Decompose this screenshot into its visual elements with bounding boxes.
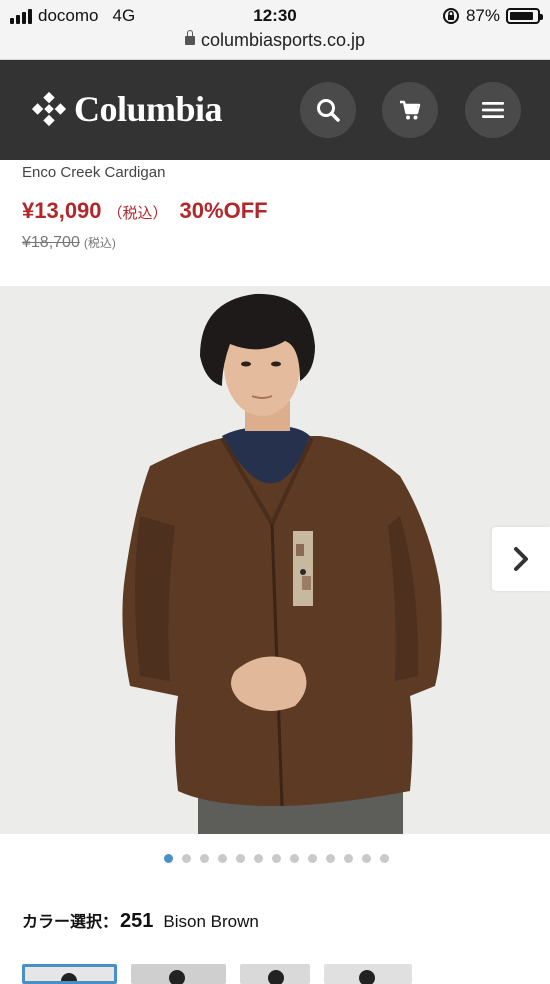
chevron-right-icon xyxy=(514,547,528,571)
carousel-dot[interactable] xyxy=(271,854,281,863)
site-header: Columbia xyxy=(0,60,550,160)
carousel-dots xyxy=(0,854,550,863)
color-swatch[interactable] xyxy=(22,964,117,984)
carousel-dot[interactable] xyxy=(199,854,209,863)
original-price-row: ¥18,700 (税込) xyxy=(22,234,116,252)
status-bar: docomo 4G 12:30 87% xyxy=(0,4,550,28)
sale-price-row: ¥13,090 （税込） 30%OFF xyxy=(22,198,268,224)
rotation-lock-icon xyxy=(442,8,459,24)
battery-icon xyxy=(506,8,543,24)
carousel-dot[interactable] xyxy=(361,854,371,863)
product-name: Enco Creek Cardigan xyxy=(22,164,166,181)
brand-name: Columbia xyxy=(74,89,223,129)
color-selection: カラー選択： 251 Bison Brown xyxy=(22,908,259,933)
original-tax-label: (税込) xyxy=(83,236,116,250)
sale-price: ¥13,090 xyxy=(22,198,102,223)
carousel-dot[interactable] xyxy=(217,854,227,863)
carousel-dot[interactable] xyxy=(379,854,389,863)
carousel-dot[interactable] xyxy=(343,854,353,863)
address-bar[interactable]: columbiasports.co.jp xyxy=(0,30,550,51)
search-icon xyxy=(317,99,340,122)
carousel-dot[interactable] xyxy=(253,854,263,863)
color-swatch[interactable] xyxy=(324,964,412,984)
lock-icon xyxy=(184,30,195,45)
product-image[interactable] xyxy=(0,286,550,834)
next-image-button[interactable] xyxy=(492,527,550,591)
carousel-dot[interactable] xyxy=(163,854,173,863)
search-button[interactable] xyxy=(300,82,356,138)
tax-label: （税込） xyxy=(107,205,168,222)
carousel-dot[interactable] xyxy=(235,854,245,863)
menu-icon xyxy=(482,102,504,118)
carousel-dot[interactable] xyxy=(307,854,317,863)
cart-button[interactable] xyxy=(382,82,438,138)
columbia-diamond-icon xyxy=(31,91,67,127)
color-swatch[interactable] xyxy=(240,964,310,984)
carousel-dot[interactable] xyxy=(325,854,335,863)
menu-button[interactable] xyxy=(465,82,521,138)
color-name: Bison Brown xyxy=(163,912,259,931)
url-text: columbiasports.co.jp xyxy=(200,30,366,50)
carousel-dot[interactable] xyxy=(289,854,299,863)
color-swatch[interactable] xyxy=(131,964,226,984)
cart-icon xyxy=(400,100,421,120)
battery-percent: 87% xyxy=(465,6,500,25)
color-swatches xyxy=(22,964,412,984)
brand-logo[interactable]: Columbia xyxy=(30,88,223,130)
discount-badge: 30%OFF xyxy=(179,198,268,223)
browser-chrome: docomo 4G 12:30 87% columbiasports.co.jp xyxy=(0,0,550,60)
color-code: 251 xyxy=(120,910,154,932)
original-price: ¥18,700 xyxy=(22,234,80,251)
carousel-dot[interactable] xyxy=(181,854,191,863)
color-selection-label: カラー選択： xyxy=(22,914,119,931)
model-photo xyxy=(0,286,550,834)
